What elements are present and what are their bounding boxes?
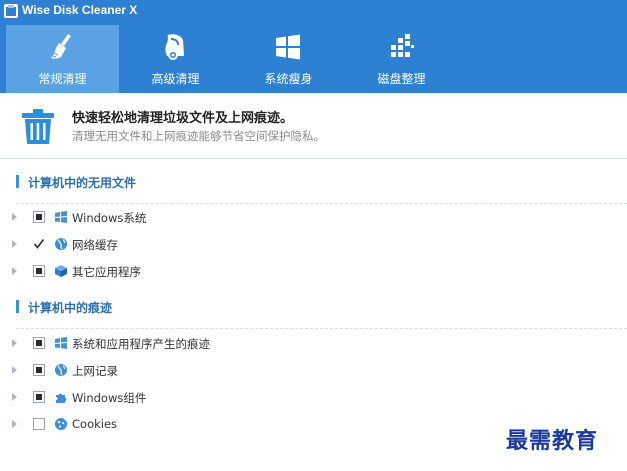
watermark-text: 最需教育 xyxy=(506,428,599,454)
expand-arrow-icon[interactable] xyxy=(12,240,17,248)
section-header-junk-files: 计算机中的无用文件 xyxy=(16,173,611,191)
broom-app-icon xyxy=(4,4,18,18)
expand-arrow-icon[interactable] xyxy=(12,366,17,374)
windows-flag-icon xyxy=(55,211,67,223)
tab-label: 高级清理 xyxy=(151,72,200,86)
section-accent-bar xyxy=(16,300,19,313)
tab-system-slim[interactable]: 系统瘦身 xyxy=(232,25,345,93)
vacuum-cleaner-icon xyxy=(165,34,184,60)
tab-advanced-clean[interactable]: 高级清理 xyxy=(119,25,232,93)
item-label: Cookies xyxy=(72,417,118,431)
trash-can-icon xyxy=(22,109,54,144)
windows-flag-icon xyxy=(55,337,67,349)
tree-item-web-cache[interactable]: 网络缓存 xyxy=(0,234,627,254)
tree-item-other-apps[interactable]: 其它应用程序 xyxy=(0,261,627,281)
section-divider xyxy=(16,203,627,204)
item-checkbox[interactable] xyxy=(33,238,45,250)
title-bar: Wise Disk Cleaner X xyxy=(0,0,627,22)
window-title: Wise Disk Cleaner X xyxy=(22,3,138,17)
globe-icon xyxy=(55,238,67,250)
expand-arrow-icon[interactable] xyxy=(12,339,17,347)
item-label: Windows组件 xyxy=(72,391,147,405)
item-label: 系统和应用程序产生的痕迹 xyxy=(72,337,210,351)
section-title: 计算机中的无用文件 xyxy=(28,176,137,190)
section-divider xyxy=(16,328,627,329)
tab-label: 系统瘦身 xyxy=(264,72,313,86)
broom-icon xyxy=(51,34,71,59)
tab-label: 常规清理 xyxy=(38,72,87,86)
tree-item-browsing-history[interactable]: 上网记录 xyxy=(0,360,627,380)
tree-item-windows-components[interactable]: Windows组件 xyxy=(0,387,627,407)
tab-regular-clean[interactable]: 常规清理 xyxy=(6,25,119,93)
globe-icon xyxy=(55,364,67,376)
item-checkbox[interactable] xyxy=(33,211,45,223)
puzzle-icon xyxy=(56,393,67,403)
checkmark-icon xyxy=(33,239,45,249)
item-label: Windows系统 xyxy=(72,211,147,225)
section-accent-bar xyxy=(16,175,19,188)
expand-arrow-icon[interactable] xyxy=(12,393,17,401)
section-title: 计算机中的痕迹 xyxy=(28,301,113,315)
expand-arrow-icon[interactable] xyxy=(12,420,17,428)
expand-arrow-icon[interactable] xyxy=(12,213,17,221)
box-icon xyxy=(55,265,67,277)
tab-disk-defrag[interactable]: 磁盘整理 xyxy=(345,25,458,93)
item-checkbox[interactable] xyxy=(33,337,45,349)
windows-logo-icon xyxy=(276,34,300,60)
expand-arrow-icon[interactable] xyxy=(12,267,17,275)
info-banner: 快速轻松地清理垃圾文件及上网痕迹。 清理无用文件和上网痕迹能够节省空间保护隐私。 xyxy=(0,93,627,159)
banner-subtitle: 清理无用文件和上网痕迹能够节省空间保护隐私。 xyxy=(72,129,325,143)
tree-item-system-app-traces[interactable]: 系统和应用程序产生的痕迹 xyxy=(0,333,627,353)
item-label: 其它应用程序 xyxy=(72,265,141,279)
main-nav: 常规清理 高级清理 系统瘦身 磁盘整理 xyxy=(0,22,627,93)
cookie-icon xyxy=(55,417,68,430)
item-checkbox[interactable] xyxy=(33,265,45,277)
item-checkbox[interactable] xyxy=(33,364,45,376)
item-label: 网络缓存 xyxy=(72,238,118,252)
defrag-blocks-icon xyxy=(391,34,414,57)
tree-item-windows-system[interactable]: Windows系统 xyxy=(0,207,627,227)
item-checkbox[interactable] xyxy=(33,418,45,430)
tab-label: 磁盘整理 xyxy=(377,72,426,86)
item-checkbox[interactable] xyxy=(33,391,45,403)
banner-title: 快速轻松地清理垃圾文件及上网痕迹。 xyxy=(72,111,294,126)
item-label: 上网记录 xyxy=(72,364,118,378)
section-header-traces: 计算机中的痕迹 xyxy=(16,298,611,316)
